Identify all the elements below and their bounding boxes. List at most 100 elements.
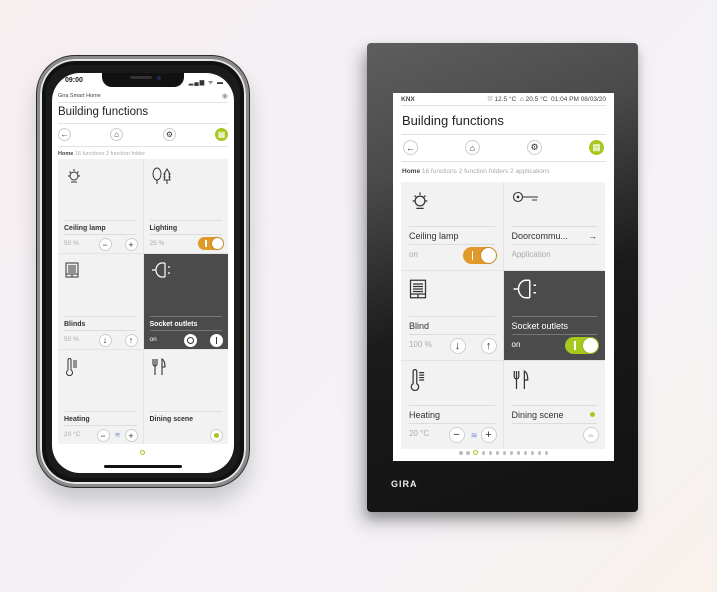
divider [58, 146, 228, 147]
bulb-icon [65, 167, 83, 188]
home-button[interactable]: ⌂ [465, 140, 480, 155]
tile-name: Ceiling lamp [64, 225, 106, 233]
outdoor-temp-icon: ⛆ [487, 96, 493, 103]
home-indicator[interactable] [104, 465, 182, 468]
tile-dining-scene[interactable]: Dining scene [143, 349, 228, 444]
plug-icon [151, 262, 173, 281]
decrease-temp-button[interactable]: − [448, 427, 465, 443]
key-icon [512, 190, 540, 209]
page-dot[interactable] [544, 451, 548, 455]
page-dot[interactable] [488, 451, 492, 455]
eye-icon[interactable]: ◉ [222, 92, 228, 100]
blind-down-button[interactable]: ↓ [449, 337, 466, 354]
tile-heating[interactable]: Heating 20 °C − ≋ + [58, 349, 143, 444]
increase-button[interactable]: + [124, 238, 138, 252]
tile-door-communication[interactable]: Doorcommu... → Application [503, 182, 605, 271]
phone-screen: 09:00 ▂▄▆ ᯤ ▬ Gira Smart Home ◉ Building… [52, 73, 234, 473]
tile-ceiling-lamp[interactable]: Ceiling lamp 50 % − + [58, 159, 143, 254]
decrease-button[interactable]: − [98, 238, 112, 252]
tile-socket-outlets[interactable]: Socket outlets on [503, 271, 605, 360]
page-dot[interactable] [502, 451, 506, 455]
home-button[interactable]: ⌂ [110, 128, 123, 141]
socket-off-button[interactable] [184, 333, 197, 347]
tile-blind[interactable]: Blind 100 % ↓ ↑ [401, 271, 503, 360]
page-dot[interactable] [537, 451, 541, 455]
tile-name: Socket outlets [149, 320, 198, 328]
breadcrumb: Home 16 functions 2 function folders 2 a… [402, 168, 550, 175]
page-dot[interactable] [509, 451, 513, 455]
tile-value: 50 % [64, 240, 79, 248]
tile-ceiling-lamp[interactable]: Ceiling lamp on [401, 182, 503, 271]
grid-view-button[interactable]: ▦ [589, 140, 604, 155]
thermometer-icon [65, 357, 79, 379]
page-dot[interactable] [459, 451, 463, 455]
settings-button[interactable]: ⚙ [527, 140, 542, 155]
socket-outlets-toggle[interactable] [565, 336, 599, 354]
smartphone-device: 09:00 ▂▄▆ ᯤ ▬ Gira Smart Home ◉ Building… [37, 56, 249, 487]
socket-on-button[interactable] [210, 333, 223, 347]
tile-value: on [409, 250, 418, 260]
fork-knife-icon [512, 369, 530, 396]
ceiling-lamp-toggle[interactable] [462, 247, 497, 265]
tile-value: 100 % [409, 339, 432, 349]
grid-view-button[interactable]: ▦ [215, 128, 228, 141]
back-arrow-icon: ← [406, 142, 415, 153]
blinds-up-button[interactable]: ↑ [124, 333, 138, 347]
page-title: Building functions [402, 113, 504, 128]
arrow-right-icon[interactable]: → [588, 231, 597, 241]
tile-value: 25 % [149, 240, 165, 248]
page-title: Building functions [58, 106, 149, 118]
increase-temp-button[interactable]: + [480, 427, 497, 443]
blind-up-button[interactable]: ↑ [480, 337, 497, 354]
app-header: Gira Smart Home ◉ [58, 93, 228, 103]
arrow-down-icon: ↓ [102, 335, 108, 346]
activate-scene-button[interactable] [210, 429, 223, 442]
breadcrumb-info: 16 functions 2 function folders 2 applic… [421, 168, 550, 175]
function-grid: Ceiling lamp 50 % − + Lighting 25 % Blin… [58, 159, 228, 444]
minus-icon: − [100, 430, 106, 441]
panel-screen: KNX ⛆ 12.5 °C ⌂ 20.5 °C 01:04 PM 08/03/2… [393, 93, 614, 461]
page-dot[interactable] [473, 450, 478, 455]
plus-icon: + [128, 430, 134, 441]
breadcrumb-home[interactable]: Home [402, 168, 420, 175]
tile-heating[interactable]: Heating 20 °C − ≋ + [401, 360, 503, 449]
page-dot[interactable] [481, 451, 485, 455]
page-dot[interactable] [495, 451, 499, 455]
activate-scene-button[interactable] [583, 427, 599, 443]
on-bar-icon [215, 336, 218, 344]
outdoor-temp: 12.5 °C [494, 96, 517, 103]
tile-value: Application [511, 250, 551, 260]
tile-value: on [149, 335, 157, 343]
grid-icon: ▦ [592, 142, 601, 152]
page-dot[interactable] [516, 451, 520, 455]
tile-name: Heating [64, 416, 90, 423]
indoor-temp-icon: ⌂ [519, 96, 524, 103]
back-arrow-icon: ← [60, 130, 69, 139]
wall-panel-device: KNX ⛆ 12.5 °C ⌂ 20.5 °C 01:04 PM 08/03/2… [367, 43, 638, 512]
tile-lighting[interactable]: Lighting 25 % [143, 159, 228, 254]
tile-blinds[interactable]: Blinds 50 % ↓ ↑ [58, 254, 143, 349]
page-indicator-dot[interactable] [140, 450, 145, 455]
breadcrumb-home[interactable]: Home [58, 151, 73, 157]
tile-socket-outlets[interactable]: Socket outlets on [143, 254, 228, 349]
tile-name: Heating [409, 410, 441, 420]
tile-dining-scene[interactable]: Dining scene [503, 360, 605, 449]
gear-icon: ⚙ [165, 130, 174, 139]
date: 08/03/20 [580, 96, 606, 103]
fork-knife-icon [151, 357, 167, 379]
tile-name: Doorcommu... [511, 231, 569, 242]
settings-button[interactable]: ⚙ [163, 128, 176, 141]
breadcrumb: Home 16 functions 2 function folder [58, 151, 145, 157]
blinds-down-button[interactable]: ↓ [98, 333, 112, 347]
back-button[interactable]: ← [403, 140, 418, 155]
nav-bar: ← ⌂ ⚙ ▦ [401, 140, 606, 156]
page-dot[interactable] [466, 451, 470, 455]
page-dot[interactable] [523, 451, 527, 455]
blind-icon [65, 262, 79, 281]
decrease-temp-button[interactable]: − [96, 429, 110, 442]
back-button[interactable]: ← [58, 128, 71, 141]
increase-temp-button[interactable]: + [124, 429, 138, 442]
tile-name: Blind [409, 320, 430, 331]
page-dot[interactable] [530, 451, 534, 455]
lighting-toggle[interactable] [198, 237, 224, 251]
